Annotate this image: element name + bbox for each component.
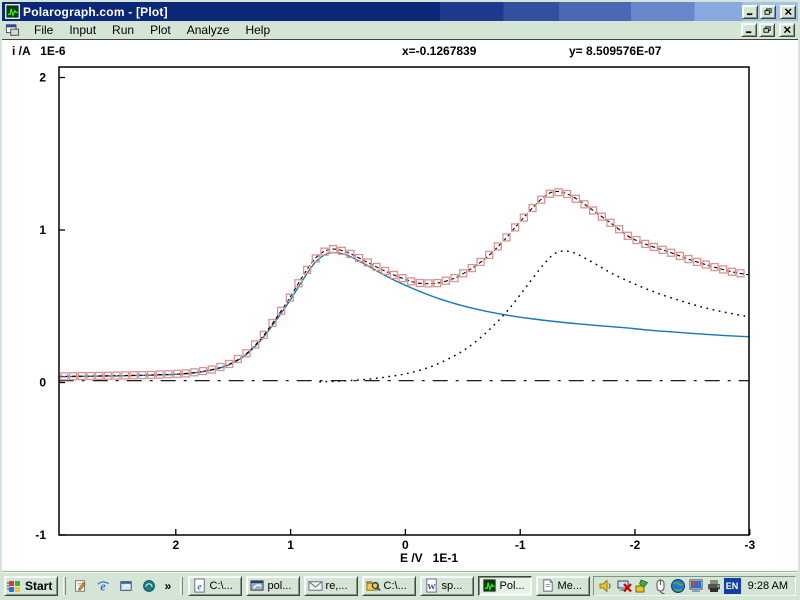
taskbar-button-label: pol... — [268, 580, 292, 592]
search-folder-icon — [366, 578, 381, 593]
menu-item[interactable]: Analyze — [179, 21, 238, 39]
system-tray: EN 9:28 AM — [593, 576, 796, 596]
polarograph-icon — [482, 578, 497, 593]
restore-button[interactable] — [760, 5, 776, 19]
notepad-icon — [540, 578, 555, 593]
taskbar-grip[interactable] — [180, 577, 183, 595]
channels-icon[interactable] — [71, 577, 89, 595]
quick-launch-bar: e — [71, 577, 158, 595]
mouse-icon[interactable] — [652, 578, 668, 594]
y-tick-label: 1 — [39, 223, 46, 237]
taskbar-window-button[interactable]: e C:\... — [188, 576, 242, 596]
title-bar: Polarograph.com - [Plot] — [2, 2, 798, 21]
close-button[interactable] — [780, 5, 796, 19]
taskbar-window-button[interactable]: W sp... — [420, 576, 474, 596]
quick-view-icon[interactable] — [140, 577, 158, 595]
start-button-label: Start — [25, 579, 52, 593]
menu-item[interactable]: Input — [61, 21, 104, 39]
child-close-button[interactable] — [779, 23, 795, 37]
taskbar-window-button[interactable]: re,... — [304, 576, 358, 596]
printer-icon[interactable] — [706, 578, 722, 594]
child-restore-button[interactable] — [759, 23, 775, 37]
plot-series-group — [59, 189, 750, 382]
quick-launch-overflow-chevron[interactable]: » — [161, 577, 174, 595]
menu-items: FileInputRunPlotAnalyzeHelp — [26, 21, 278, 39]
x-tick-label: 1 — [287, 538, 294, 552]
svg-text:W: W — [427, 581, 436, 591]
scheduler-icon[interactable] — [634, 578, 650, 594]
polarograph-app-icon — [5, 4, 20, 19]
child-window-system-icon[interactable] — [5, 23, 20, 37]
taskbar: Start e » e C:\... pol... r — [2, 573, 798, 598]
x-axis-title: E /V 1E-1 — [400, 551, 458, 565]
minimize-button[interactable] — [742, 5, 758, 19]
y-tick-label: -1 — [35, 528, 46, 542]
series-1 — [59, 253, 750, 377]
taskbar-window-buttons: e C:\... pol... re,... C:\... — [188, 576, 590, 596]
desktop-window-icon[interactable] — [117, 577, 135, 595]
taskbar-button-label: Pol... — [500, 580, 525, 592]
child-minimize-button[interactable] — [741, 23, 757, 37]
taskbar-button-label: Me... — [558, 580, 582, 592]
display-settings-icon[interactable] — [688, 578, 704, 594]
internet-explorer-icon[interactable]: e — [94, 577, 112, 595]
application-window: Polarograph.com - [Plot] FileInputRunPlo… — [0, 0, 800, 600]
language-indicator[interactable]: EN — [724, 578, 741, 594]
mail-icon — [308, 578, 323, 593]
taskbar-button-label: sp... — [442, 580, 463, 592]
child-window-controls — [741, 23, 795, 37]
app-window-icon — [250, 578, 265, 593]
windows-logo-icon — [7, 578, 23, 594]
taskbar-grip[interactable] — [63, 577, 66, 595]
x-tick-label: 2 — [172, 538, 179, 552]
taskbar-window-button[interactable]: C:\... — [362, 576, 416, 596]
plot-canvas[interactable]: 2 1 0 -1 -2 -3 2 1 0 -1 — [4, 41, 800, 577]
volume-icon[interactable] — [598, 578, 614, 594]
x-tick-label: -1 — [515, 538, 526, 552]
internet-globe-icon[interactable] — [670, 578, 686, 594]
y-tick-label: 2 — [39, 71, 46, 85]
x-tick-label: 0 — [402, 538, 409, 552]
menu-item[interactable]: File — [26, 21, 61, 39]
window-controls — [742, 5, 796, 19]
taskbar-button-label: C:\... — [384, 580, 407, 592]
svg-text:e: e — [197, 582, 201, 592]
menu-item[interactable]: Run — [104, 21, 142, 39]
network-offline-icon[interactable] — [616, 578, 632, 594]
window-title: Polarograph.com - [Plot] — [23, 5, 168, 19]
taskbar-window-button[interactable]: Pol... — [478, 576, 532, 596]
menu-bar: FileInputRunPlotAnalyzeHelp — [2, 21, 798, 40]
x-tick-label: -3 — [744, 538, 755, 552]
x-tick-label: -2 — [630, 538, 641, 552]
taskbar-button-label: re,... — [326, 580, 348, 592]
ie-document-icon: e — [192, 578, 207, 593]
y-tick-label: 0 — [39, 376, 46, 390]
menu-item[interactable]: Help — [237, 21, 278, 39]
word-document-icon: W — [424, 578, 439, 593]
start-button[interactable]: Start — [4, 576, 58, 596]
plot-border — [59, 67, 749, 535]
taskbar-window-button[interactable]: pol... — [246, 576, 300, 596]
menu-item[interactable]: Plot — [142, 21, 179, 39]
series-0 — [59, 191, 750, 376]
taskbar-button-label: C:\... — [210, 580, 233, 592]
taskbar-window-button[interactable]: Me... — [536, 576, 590, 596]
tray-icons — [598, 578, 722, 594]
taskbar-clock: 9:28 AM — [748, 580, 791, 592]
